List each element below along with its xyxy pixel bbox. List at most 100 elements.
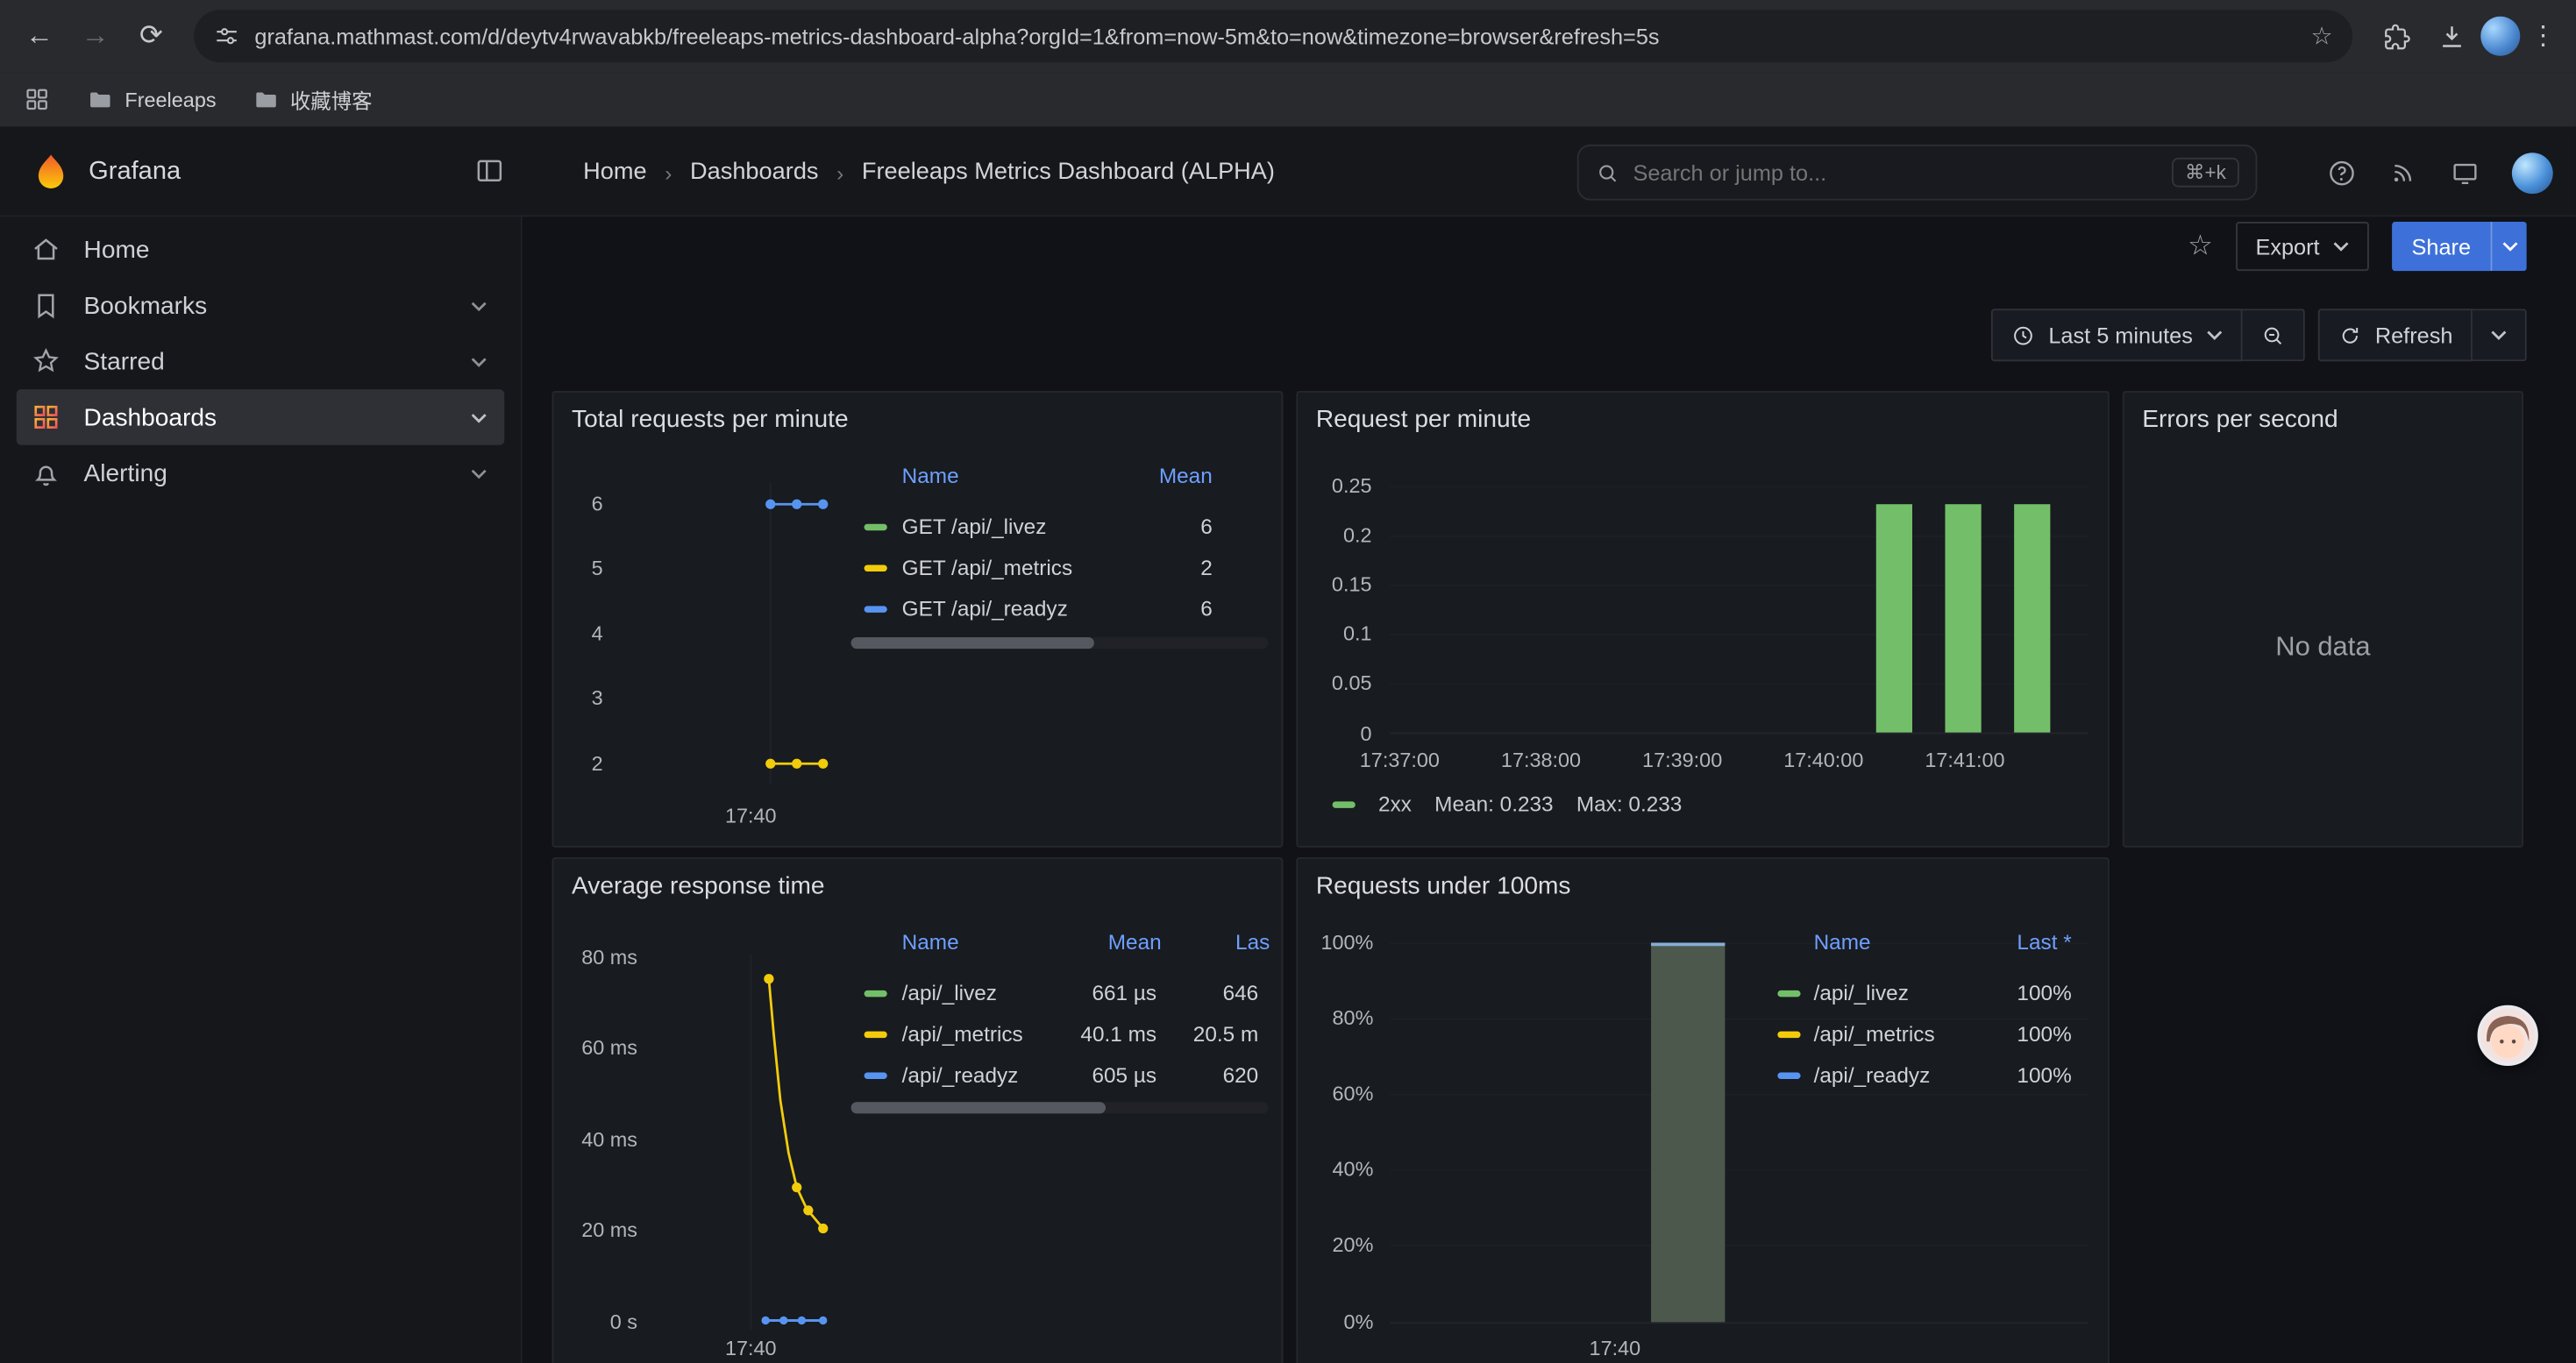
legend-scrollbar[interactable] xyxy=(851,1102,1269,1113)
share-button[interactable]: Share xyxy=(2392,222,2490,271)
series-name[interactable]: GET /api/_livez xyxy=(902,513,1047,541)
series-name[interactable]: /api/_readyz xyxy=(902,1061,1019,1089)
no-data-message: No data xyxy=(2124,632,2522,664)
forward-icon[interactable]: → xyxy=(69,10,122,62)
scrollbar-thumb[interactable] xyxy=(851,1102,1106,1113)
time-range-picker[interactable]: Last 5 minutes xyxy=(1991,309,2242,361)
series-name[interactable]: 2xx xyxy=(1378,792,1412,816)
series-swatch xyxy=(865,565,887,571)
y-tick: 0.15 xyxy=(1306,573,1372,596)
chevron-down-icon xyxy=(470,467,488,479)
search-input[interactable] xyxy=(1633,160,2159,185)
y-tick: 0 s xyxy=(553,1310,637,1333)
help-icon[interactable] xyxy=(2326,157,2358,188)
zoom-out-button[interactable] xyxy=(2242,309,2304,361)
request-per-minute-chart xyxy=(1390,474,2088,745)
sidebar-item-alerting[interactable]: Alerting xyxy=(17,445,504,501)
y-tick: 100% xyxy=(1298,931,1373,954)
panel-title[interactable]: Requests under 100ms xyxy=(1316,872,1571,900)
bookmark-star-icon[interactable]: ☆ xyxy=(2310,21,2332,51)
series-name[interactable]: /api/_livez xyxy=(902,979,997,1007)
series-name[interactable]: /api/_metrics xyxy=(902,1020,1023,1048)
breadcrumb-home[interactable]: Home xyxy=(583,160,646,186)
series-mean: Mean: 0.233 xyxy=(1434,792,1553,816)
breadcrumb-separator: › xyxy=(836,160,843,185)
scrollbar-thumb[interactable] xyxy=(851,637,1094,649)
bookmark-label: 收藏博客 xyxy=(290,84,373,116)
grafana-logo[interactable] xyxy=(30,151,73,194)
bookmark-item[interactable]: Freeleaps xyxy=(87,86,216,112)
chevron-down-icon xyxy=(470,300,488,311)
breadcrumb-dashboards[interactable]: Dashboards xyxy=(690,160,818,186)
panel-legend: 2xx Mean: 0.233 Max: 0.233 xyxy=(1333,792,1683,816)
browser-profile-avatar[interactable] xyxy=(2480,17,2520,56)
url-bar[interactable]: ☆ xyxy=(194,10,2352,62)
refresh-button[interactable]: Refresh xyxy=(2317,309,2473,361)
legend-row: /api/_livez 100% xyxy=(1777,972,2078,1013)
refresh-interval-button[interactable] xyxy=(2473,309,2527,361)
sidebar: Home Bookmarks Starred Dashboards xyxy=(0,217,523,1363)
dashboards-icon xyxy=(30,401,62,433)
series-name[interactable]: GET /api/_metrics xyxy=(902,553,1072,581)
series-name[interactable]: GET /api/_readyz xyxy=(902,594,1068,622)
series-mean: 40.1 ms xyxy=(1080,1020,1156,1048)
extensions-icon[interactable] xyxy=(2369,10,2422,62)
legend-row: GET /api/_metrics 2 xyxy=(851,547,1269,588)
y-tick: 0.25 xyxy=(1306,474,1372,497)
sidebar-item-dashboards[interactable]: Dashboards xyxy=(17,389,504,445)
reload-icon[interactable]: ⟳ xyxy=(125,10,177,62)
favorite-star-icon[interactable]: ☆ xyxy=(2188,230,2213,262)
series-swatch xyxy=(865,606,887,612)
y-tick: 0% xyxy=(1298,1310,1373,1333)
chevron-down-icon xyxy=(2333,241,2350,251)
sidebar-item-label: Starred xyxy=(84,347,165,375)
user-avatar[interactable] xyxy=(2512,152,2553,193)
back-icon[interactable]: ← xyxy=(13,10,66,62)
y-tick: 0 xyxy=(1306,722,1372,745)
sidebar-item-label: Dashboards xyxy=(84,403,217,431)
panel-title[interactable]: Errors per second xyxy=(2142,406,2338,434)
panel-title[interactable]: Request per minute xyxy=(1316,406,1531,434)
apps-grid-icon[interactable] xyxy=(23,85,51,113)
panel-title[interactable]: Total requests per minute xyxy=(572,406,849,434)
monitor-icon[interactable] xyxy=(2450,157,2481,188)
panel-title[interactable]: Average response time xyxy=(572,872,825,900)
avg-response-chart xyxy=(645,949,859,1344)
folder-icon xyxy=(253,86,279,112)
series-last: 20.5 m xyxy=(1193,1020,1258,1048)
browser-menu-icon[interactable]: ⋮ xyxy=(2523,19,2563,52)
news-icon[interactable] xyxy=(2388,158,2418,188)
series-swatch xyxy=(1777,990,1800,997)
series-name[interactable]: /api/_metrics xyxy=(1814,1020,1935,1048)
series-mean: 6 xyxy=(1200,594,1213,622)
sidebar-item-bookmarks[interactable]: Bookmarks xyxy=(17,278,504,334)
series-swatch xyxy=(865,524,887,530)
sidebar-item-label: Home xyxy=(84,236,150,264)
series-last: 100% xyxy=(2017,979,2071,1007)
app-title: Grafana xyxy=(89,158,181,188)
series-last: 100% xyxy=(2017,1061,2071,1089)
url-input[interactable] xyxy=(254,24,2295,48)
series-last: 100% xyxy=(2017,1020,2071,1048)
y-tick: 4 xyxy=(553,622,602,645)
download-icon[interactable] xyxy=(2425,10,2478,62)
y-tick: 60 ms xyxy=(553,1036,637,1059)
x-tick: 17:37:00 xyxy=(1342,749,1457,771)
export-button[interactable]: Export xyxy=(2236,222,2369,271)
tune-icon xyxy=(214,23,240,49)
y-tick: 20 ms xyxy=(553,1218,637,1241)
series-name[interactable]: /api/_readyz xyxy=(1814,1061,1931,1089)
home-icon xyxy=(30,233,62,266)
sidebar-item-starred[interactable]: Starred xyxy=(17,333,504,389)
dashboard-canvas: ☆ Export Share xyxy=(523,217,2576,1363)
legend-row: GET /api/_readyz 6 xyxy=(851,588,1269,629)
assistant-avatar[interactable] xyxy=(2478,1005,2538,1066)
share-menu-button[interactable] xyxy=(2491,222,2527,271)
legend-scrollbar[interactable] xyxy=(851,637,1269,649)
search-bar[interactable]: ⌘+k xyxy=(1577,145,2258,201)
bookmark-item[interactable]: 收藏博客 xyxy=(253,84,373,116)
sidebar-toggle-icon[interactable] xyxy=(473,154,506,187)
series-swatch xyxy=(865,1032,887,1038)
sidebar-item-home[interactable]: Home xyxy=(17,222,504,278)
series-name[interactable]: /api/_livez xyxy=(1814,979,1909,1007)
